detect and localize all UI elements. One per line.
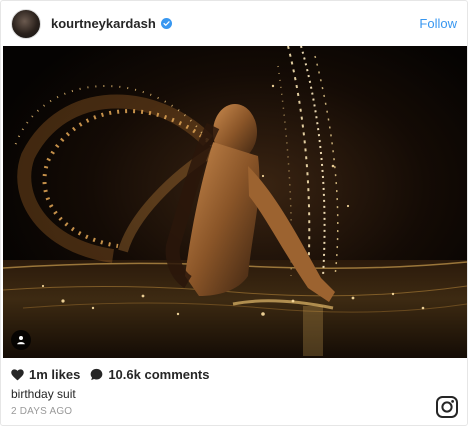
post-photo-image [3,46,467,358]
avatar[interactable] [11,8,41,39]
post-timestamp[interactable]: 2 DAYS AGO [11,406,72,417]
verified-badge-icon [160,18,172,29]
instagram-logo-icon[interactable] [435,395,459,419]
post-header: kourtneykardash Follow [1,1,467,46]
user-tag-icon[interactable] [11,330,31,350]
likes-count: 1m likes [29,367,81,382]
comments-count: 10.6k comments [108,367,210,382]
comments-stat[interactable]: 10.6k comments [90,367,210,382]
likes-stat[interactable]: 1m likes [11,367,80,382]
username-link[interactable]: kourtneykardash [51,16,156,31]
speech-bubble-icon [90,368,103,381]
post-caption: birthday suit [11,387,76,401]
follow-button[interactable]: Follow [419,16,457,31]
instagram-embed-card: kourtneykardash Follow 1m likes 10.6k co… [0,0,468,426]
heart-icon [11,368,24,380]
engagement-stats: 1m likes 10.6k comments [11,367,210,382]
post-photo[interactable] [3,46,467,358]
